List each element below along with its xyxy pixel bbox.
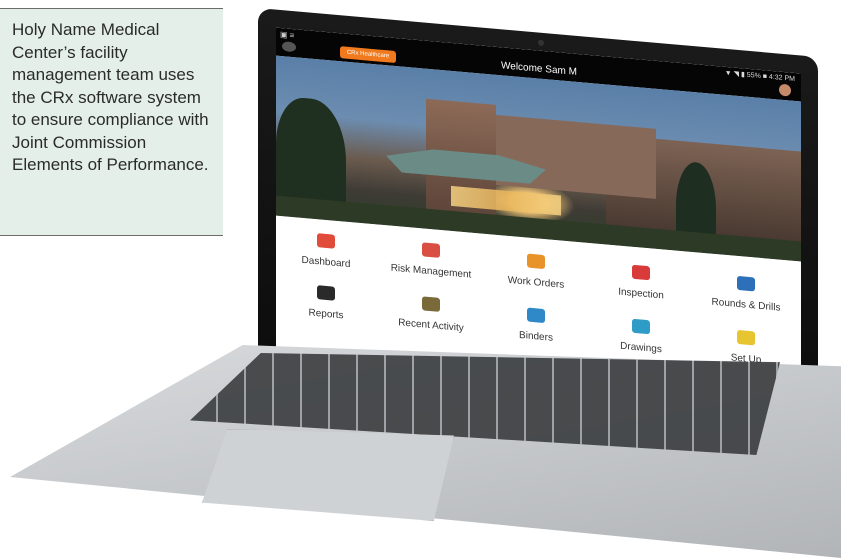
- setup-icon: [737, 329, 755, 346]
- recent-icon: [422, 296, 440, 312]
- tile-rounds-drills[interactable]: Rounds & Drills: [696, 272, 796, 317]
- brand-pill-button[interactable]: CRx Healthcare: [340, 46, 396, 64]
- tile-binders[interactable]: Binders: [486, 304, 586, 349]
- dashboard-icon: [317, 233, 335, 249]
- tile-label: Recent Activity: [398, 317, 464, 335]
- drawings-icon: [632, 318, 650, 335]
- tile-label: Work Orders: [507, 274, 565, 291]
- caption-box: Holy Name Medical Center’s facility mana…: [0, 8, 223, 236]
- tile-label: Rounds & Drills: [711, 296, 781, 314]
- tile-risk-management[interactable]: Risk Management: [381, 239, 481, 284]
- laptop: ▣ ≡ ▼ ◥ ▮ 55% ■ 4:32 PM CRx Healthcare W…: [258, 0, 841, 423]
- tile-inspection[interactable]: Inspection: [591, 261, 691, 306]
- notification-icon: ▣ ≡: [280, 29, 295, 41]
- laptop-base: [10, 345, 841, 558]
- welcome-text: Welcome Sam M: [501, 60, 577, 78]
- inspection-icon: [632, 264, 650, 281]
- tile-label: Binders: [519, 329, 553, 344]
- tile-label: Reports: [308, 307, 344, 322]
- tile-label: Dashboard: [301, 254, 351, 271]
- reports-icon: [317, 285, 335, 301]
- app-screen: ▣ ≡ ▼ ◥ ▮ 55% ■ 4:32 PM CRx Healthcare W…: [276, 27, 801, 399]
- building-shape: [486, 113, 656, 199]
- touchpad: [202, 429, 454, 521]
- tile-label: Inspection: [618, 286, 664, 302]
- webcam: [538, 39, 544, 47]
- tile-work-orders[interactable]: Work Orders: [486, 250, 586, 295]
- binders-icon: [527, 307, 545, 324]
- tile-reports[interactable]: Reports: [276, 282, 376, 327]
- risk-icon: [422, 242, 440, 258]
- caption-text: Holy Name Medical Center’s facility mana…: [12, 20, 209, 174]
- avatar[interactable]: [779, 83, 791, 97]
- tile-dashboard[interactable]: Dashboard: [276, 230, 376, 275]
- tile-recent-activity[interactable]: Recent Activity: [381, 293, 481, 338]
- menu-button[interactable]: [282, 41, 296, 53]
- work-orders-icon: [527, 253, 545, 270]
- tile-label: Risk Management: [390, 262, 472, 281]
- rounds-icon: [737, 275, 755, 292]
- status-bar: ▼ ◥ ▮ 55% ■ 4:32 PM: [724, 69, 795, 83]
